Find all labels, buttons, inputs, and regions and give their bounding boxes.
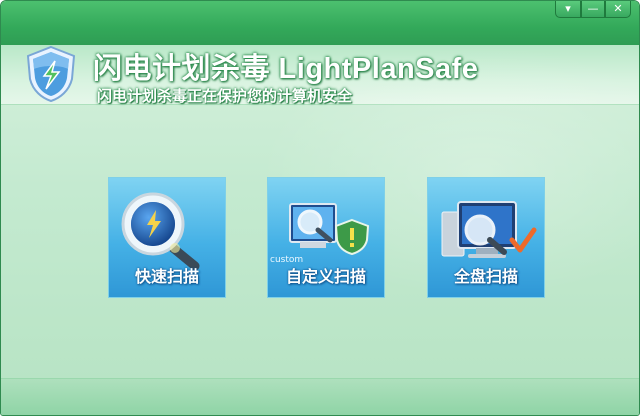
custom-scan-label: 自定义扫描 [285, 269, 366, 286]
custom-scan-tile[interactable]: custom 自定义扫描 [267, 177, 385, 298]
full-scan-label: 全盘扫描 [453, 269, 518, 286]
app-window: ▾ — ✕ 闪电计划杀毒 LightPlanSafe 闪电计划杀毒正在保护您的计… [0, 0, 640, 416]
menu-dropdown-button[interactable]: ▾ [555, 1, 581, 18]
shield-logo-icon [26, 45, 76, 103]
app-subtitle: 闪电计划杀毒正在保护您的计算机安全 [97, 88, 353, 105]
window-controls: ▾ — ✕ [555, 1, 631, 18]
minimize-button[interactable]: — [581, 1, 605, 18]
close-button[interactable]: ✕ [605, 1, 631, 18]
full-scan-tile[interactable]: 全盘扫描 [427, 177, 545, 298]
status-bar [1, 378, 639, 415]
quick-scan-label: 快速扫描 [134, 269, 199, 286]
app-title: 闪电计划杀毒 LightPlanSafe [93, 53, 479, 85]
quick-scan-tile[interactable]: 快速扫描 [108, 177, 226, 298]
